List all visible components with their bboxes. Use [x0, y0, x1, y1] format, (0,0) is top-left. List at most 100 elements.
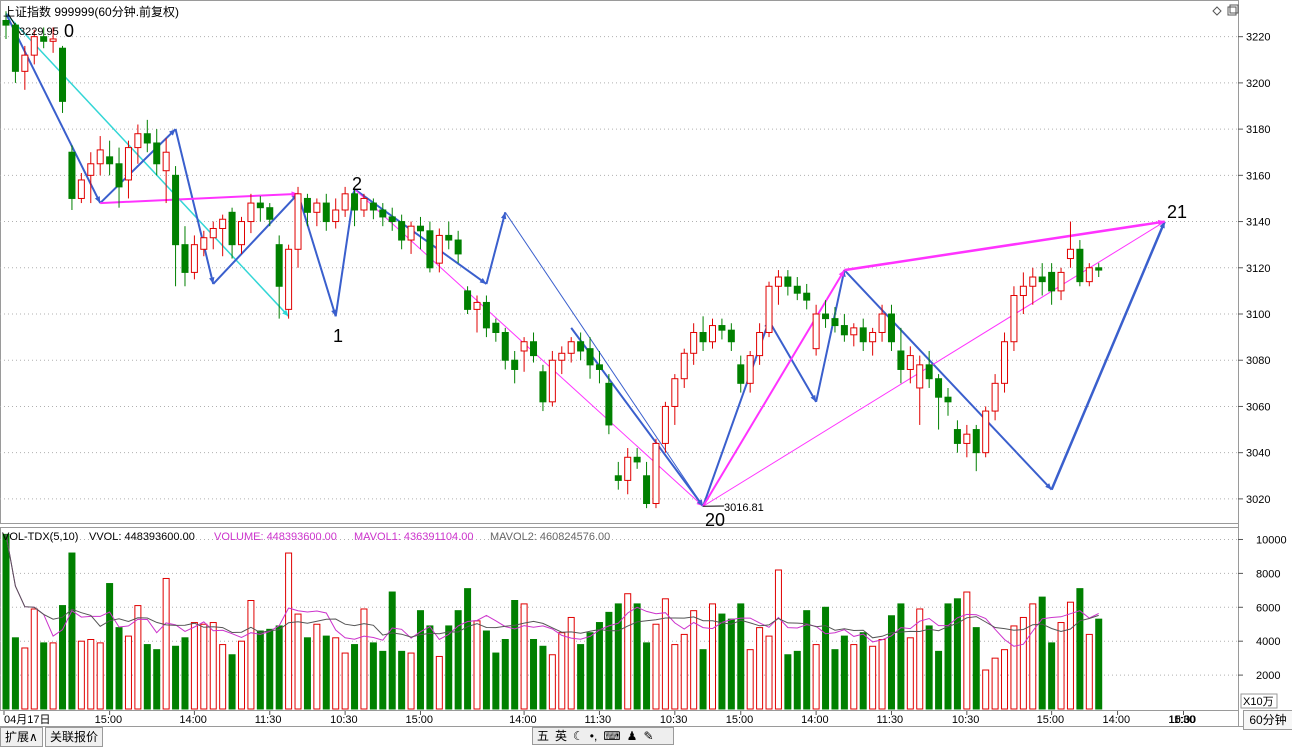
time-tick-label: 15:00: [726, 714, 754, 726]
volume-bar: [539, 645, 547, 710]
volume-bar: [1066, 601, 1074, 710]
candle-body-up: [878, 313, 886, 333]
volume-tick-label: 8000: [1256, 568, 1280, 580]
volume-bar: [256, 630, 264, 710]
candle-body-up: [1085, 267, 1093, 283]
volume-tick-label: 10000: [1256, 534, 1287, 546]
candle-body-down: [388, 216, 396, 223]
candle-body-down: [256, 202, 264, 209]
volume-bar: [219, 644, 227, 710]
candle-body-up: [247, 202, 255, 223]
ime-moon-icon[interactable]: ☾: [573, 727, 584, 745]
candle-body-up: [774, 276, 782, 287]
volume-bar: [680, 633, 688, 710]
ime-settings-icon[interactable]: ✎: [643, 727, 653, 745]
candle-body-up: [558, 352, 566, 361]
volume-bar: [595, 622, 603, 710]
volume-indicator-name: VOL-TDX(5,10): [2, 531, 78, 543]
time-tick-label: 10:30: [330, 714, 358, 726]
candle-body-up: [520, 341, 528, 352]
restore-window-icon[interactable]: [1227, 4, 1239, 16]
volume-bar: [699, 649, 707, 710]
volume-bar: [162, 577, 170, 710]
ime-keyboard-icon[interactable]: ⌨: [603, 727, 620, 745]
time-tick-label: 11:30: [255, 714, 282, 726]
chart-stage: 3220 3200 3180 3160 3140 3120 3100 3080 3060 3040…: [0, 0, 1292, 727]
candle-body-up: [765, 285, 773, 333]
volume-bar: [1019, 616, 1027, 710]
volume-bar: [351, 644, 359, 710]
candle-body-up: [313, 202, 321, 213]
candle-body-down: [2, 19, 10, 26]
volume-bar: [586, 632, 594, 710]
candle-body-up: [200, 237, 208, 250]
ime-user-icon[interactable]: ♟: [627, 727, 638, 745]
ime-punct-icon[interactable]: •,: [590, 727, 598, 745]
candle-body-down: [577, 341, 585, 352]
wave-blue-line: [1050, 221, 1166, 491]
volume-bar: [68, 552, 76, 710]
volume-bar: [200, 623, 208, 710]
volume-bar: [963, 591, 971, 710]
volume-bar: [190, 622, 198, 710]
candle-body-up: [690, 331, 698, 354]
candle-body-down: [115, 163, 123, 188]
candle-body-up: [30, 36, 38, 56]
wave-label-20: 20: [705, 510, 725, 530]
candle-body-down: [737, 364, 745, 384]
volume-bar: [379, 650, 387, 710]
candle-body-up: [87, 163, 95, 176]
related-quote-tab[interactable]: 关联报价: [45, 727, 104, 747]
volume-bar: [1085, 633, 1093, 710]
candle-body-up: [756, 331, 764, 357]
candle-body-down: [595, 364, 603, 370]
expand-tab[interactable]: 扩展∧: [0, 727, 43, 747]
volume-bar: [238, 640, 245, 710]
volume-bar-series: [2, 533, 1103, 710]
volume-bar: [774, 569, 782, 710]
candle-body-down: [887, 313, 895, 343]
volume-bar: [511, 600, 519, 710]
candle-body-up: [991, 382, 999, 412]
candle-body-down: [784, 276, 792, 287]
wave-blue-line: [768, 320, 817, 403]
candle-body-up: [869, 331, 877, 343]
candle-body-up: [652, 442, 660, 505]
candle-body-up: [435, 234, 443, 264]
candle-body-down: [511, 359, 519, 370]
volume-bar: [624, 593, 632, 710]
volume-bar: [746, 649, 754, 710]
candle-body-down: [1095, 267, 1103, 271]
candle-body-down: [143, 133, 151, 144]
volume-bar: [859, 632, 867, 710]
volume-bar: [124, 635, 132, 710]
diamond-icon[interactable]: [1212, 6, 1222, 16]
candle-body-down: [972, 429, 980, 454]
volume-bar: [426, 625, 434, 710]
chart-title: 上证指数 999999(60分钟.前复权): [3, 4, 179, 19]
candlestick-series: [2, 11, 1103, 509]
candle-body-down: [275, 244, 283, 287]
candle-body-up: [96, 149, 104, 165]
ime-english-icon[interactable]: 英: [555, 727, 567, 745]
volume-bar: [143, 644, 151, 710]
period-selector[interactable]: 60分钟: [1243, 710, 1292, 730]
candle-body-down: [11, 24, 19, 72]
wave-magenta-line: [844, 220, 1165, 272]
volume-bar: [322, 635, 330, 710]
volume-bar: [87, 638, 95, 710]
volume-bar: [1001, 649, 1009, 710]
volume-bar: [793, 650, 801, 710]
candle-body-down: [454, 239, 462, 255]
volume-bar: [1048, 642, 1056, 710]
time-tick-label: 10:30: [952, 714, 980, 726]
candle-body-down: [822, 313, 830, 320]
candle-body-up: [341, 193, 349, 211]
volume-bar: [614, 603, 622, 710]
volume-bar: [756, 627, 764, 710]
input-method-tray[interactable]: 五 英 ☾ •, ⌨ ♟ ✎: [532, 727, 674, 745]
volume-bar: [831, 649, 839, 710]
candle-body-up: [134, 133, 142, 149]
ime-wubi-icon[interactable]: 五: [537, 727, 549, 745]
volume-bar: [1057, 622, 1065, 710]
